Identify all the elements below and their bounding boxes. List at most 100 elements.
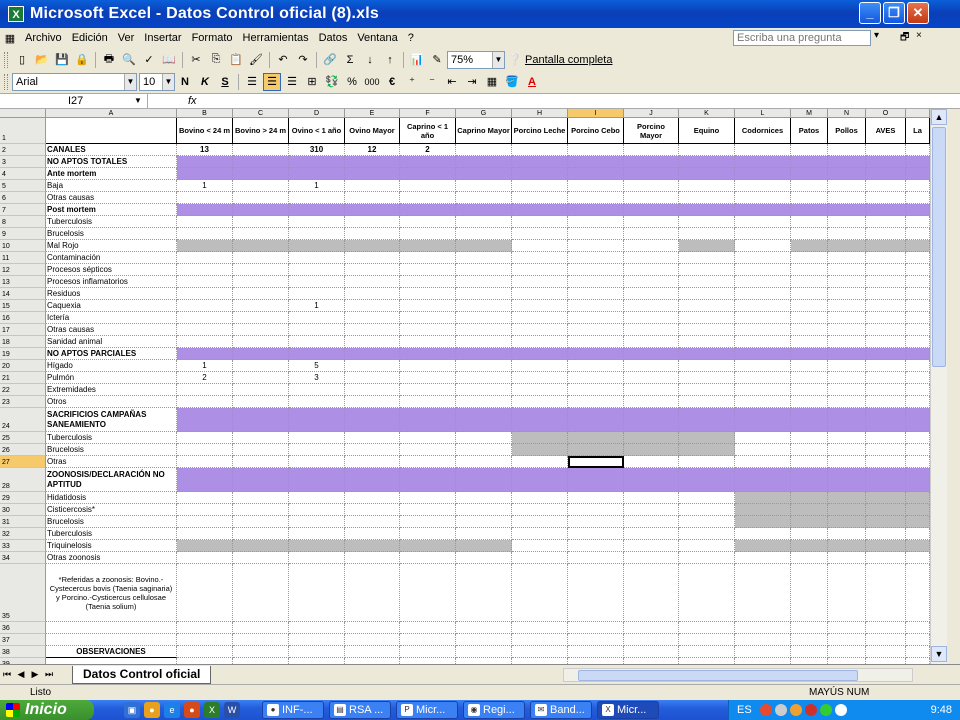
data-cell[interactable]: [512, 288, 568, 300]
data-cell[interactable]: [866, 216, 906, 228]
data-cell[interactable]: [866, 564, 906, 622]
row-header[interactable]: 38: [0, 646, 46, 658]
data-cell[interactable]: [289, 348, 345, 360]
data-cell[interactable]: [400, 432, 456, 444]
data-cell[interactable]: [866, 324, 906, 336]
chart-wizard-icon[interactable]: 📊: [408, 51, 426, 69]
data-cell[interactable]: [512, 492, 568, 504]
data-cell[interactable]: [512, 396, 568, 408]
row-header[interactable]: 14: [0, 288, 46, 300]
data-cell[interactable]: [512, 276, 568, 288]
data-cell[interactable]: [177, 468, 233, 492]
data-cell[interactable]: [679, 264, 735, 276]
data-cell[interactable]: [679, 492, 735, 504]
data-cell[interactable]: [400, 492, 456, 504]
data-cell[interactable]: [289, 216, 345, 228]
data-cell[interactable]: [512, 300, 568, 312]
data-cell[interactable]: [456, 252, 512, 264]
data-cell[interactable]: [906, 228, 930, 240]
data-cell[interactable]: [512, 180, 568, 192]
data-cell[interactable]: 1: [289, 300, 345, 312]
data-cell[interactable]: [400, 468, 456, 492]
fullscreen-button[interactable]: Pantalla completa: [525, 54, 612, 66]
data-cell[interactable]: [828, 540, 866, 552]
row-label-cell[interactable]: SACRIFICIOS CAMPAÑAS SANEAMIENTO: [46, 408, 177, 432]
data-cell[interactable]: [177, 300, 233, 312]
data-cell[interactable]: [866, 622, 906, 634]
column-title-cell[interactable]: Bovino > 24 m: [233, 118, 289, 144]
data-cell[interactable]: [568, 168, 624, 180]
data-cell[interactable]: [512, 324, 568, 336]
row-label-cell[interactable]: Tuberculosis: [46, 216, 177, 228]
data-cell[interactable]: [866, 204, 906, 216]
task-button-6[interactable]: X Micr...: [597, 701, 659, 719]
data-cell[interactable]: [400, 276, 456, 288]
row-label-cell[interactable]: Procesos inflamatorios: [46, 276, 177, 288]
data-cell[interactable]: [233, 516, 289, 528]
data-cell[interactable]: [456, 144, 512, 156]
data-cell[interactable]: [866, 540, 906, 552]
data-cell[interactable]: [828, 300, 866, 312]
data-cell[interactable]: [679, 396, 735, 408]
tray-volume-icon[interactable]: [819, 704, 832, 716]
data-cell[interactable]: [679, 300, 735, 312]
data-cell[interactable]: [906, 336, 930, 348]
data-cell[interactable]: [791, 276, 828, 288]
new-icon[interactable]: ▯: [13, 51, 31, 69]
data-cell[interactable]: [906, 300, 930, 312]
chevron-down-icon[interactable]: ▼: [134, 96, 142, 105]
data-cell[interactable]: [906, 564, 930, 622]
sort-descending-icon[interactable]: ↑: [381, 51, 399, 69]
data-cell[interactable]: [866, 156, 906, 168]
data-cell[interactable]: [679, 144, 735, 156]
row-header[interactable]: 24: [0, 408, 46, 432]
data-cell[interactable]: [679, 336, 735, 348]
data-cell[interactable]: [233, 528, 289, 540]
row-label-cell[interactable]: Otros: [46, 396, 177, 408]
data-cell[interactable]: [828, 264, 866, 276]
data-cell[interactable]: [568, 456, 624, 468]
column-title-cell[interactable]: Equino: [679, 118, 735, 144]
data-cell[interactable]: [345, 156, 400, 168]
column-title-cell[interactable]: Caprino < 1 año: [400, 118, 456, 144]
row-label-cell[interactable]: Cisticercosis*: [46, 504, 177, 516]
data-cell[interactable]: [233, 408, 289, 432]
row-label-cell[interactable]: Residuos: [46, 288, 177, 300]
data-cell[interactable]: [512, 144, 568, 156]
data-cell[interactable]: [177, 252, 233, 264]
data-cell[interactable]: [456, 156, 512, 168]
data-cell[interactable]: [735, 276, 791, 288]
data-cell[interactable]: [679, 456, 735, 468]
data-cell[interactable]: [735, 168, 791, 180]
data-cell[interactable]: [177, 336, 233, 348]
data-cell[interactable]: [735, 528, 791, 540]
data-cell[interactable]: [679, 228, 735, 240]
data-cell[interactable]: [866, 192, 906, 204]
row-label-cell[interactable]: Otras causas: [46, 192, 177, 204]
row-header[interactable]: 21: [0, 372, 46, 384]
data-cell[interactable]: [177, 168, 233, 180]
data-cell[interactable]: [624, 468, 679, 492]
data-cell[interactable]: [512, 264, 568, 276]
data-cell[interactable]: [177, 312, 233, 324]
data-cell[interactable]: [866, 552, 906, 564]
row-label-cell[interactable]: Mal Rojo: [46, 240, 177, 252]
column-title-cell[interactable]: Patos: [791, 118, 828, 144]
row-label-cell[interactable]: Extremidades: [46, 384, 177, 396]
data-cell[interactable]: [735, 324, 791, 336]
row-header[interactable]: 33: [0, 540, 46, 552]
data-cell[interactable]: [828, 504, 866, 516]
data-cell[interactable]: [906, 156, 930, 168]
row-label-cell[interactable]: Pulmón: [46, 372, 177, 384]
desktop-icon[interactable]: ▣: [124, 702, 140, 718]
row-label-cell[interactable]: Ictería: [46, 312, 177, 324]
data-cell[interactable]: [568, 622, 624, 634]
data-cell[interactable]: [345, 276, 400, 288]
data-cell[interactable]: [233, 348, 289, 360]
data-cell[interactable]: [906, 622, 930, 634]
data-cell[interactable]: [400, 168, 456, 180]
redo-icon[interactable]: ↷: [294, 51, 312, 69]
data-cell[interactable]: [624, 540, 679, 552]
data-cell[interactable]: [289, 324, 345, 336]
column-header-d[interactable]: D: [289, 109, 345, 118]
